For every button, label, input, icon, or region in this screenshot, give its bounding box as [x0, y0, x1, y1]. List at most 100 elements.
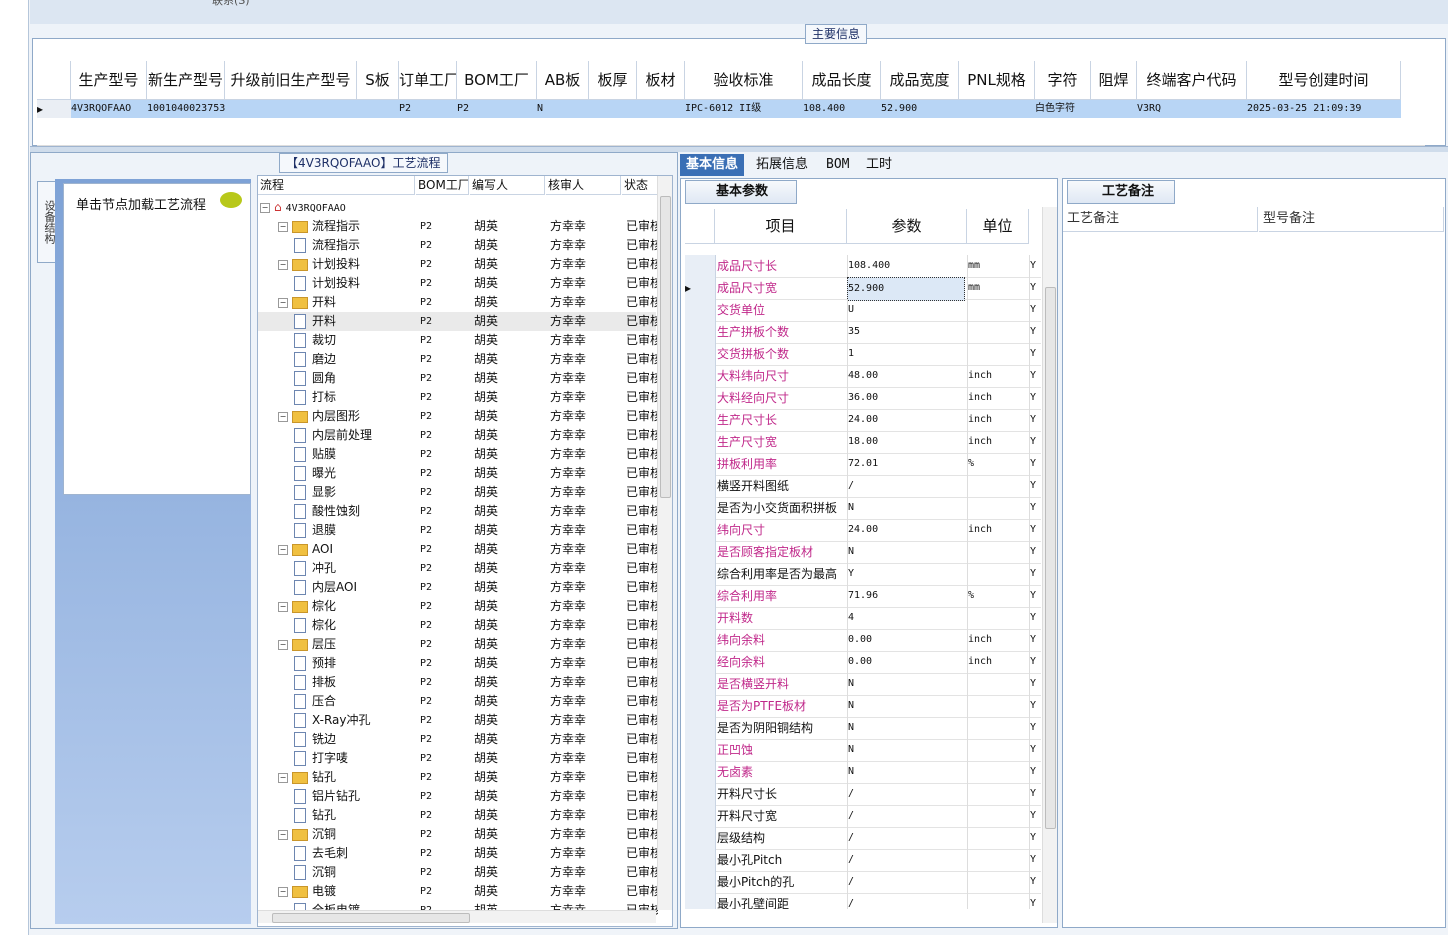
tree-row[interactable]: 退膜 P2 胡英 方幸幸 已审核: [258, 521, 658, 540]
param-value[interactable]: 52.900: [847, 277, 965, 301]
tree-row[interactable]: 内层AOI P2 胡英 方幸幸 已审核: [258, 578, 658, 597]
tree-row[interactable]: 铣边 P2 胡英 方幸幸 已审核: [258, 730, 658, 749]
param-value[interactable]: /: [847, 893, 964, 909]
param-row[interactable]: 成品尺寸长 108.400 mm Y: [685, 255, 1041, 278]
tree-row[interactable]: 裁切 P2 胡英 方幸幸 已审核: [258, 331, 658, 350]
main-row-cell[interactable]: [357, 100, 399, 118]
collapse-icon[interactable]: −: [278, 886, 288, 897]
param-value[interactable]: 24.00: [847, 409, 964, 431]
main-row-cell[interactable]: P2: [457, 100, 537, 118]
tab-0[interactable]: 基本信息: [680, 154, 745, 176]
param-row[interactable]: 生产尺寸宽 18.00 inch Y: [685, 431, 1041, 454]
tree-col-header[interactable]: 状态: [622, 176, 659, 195]
tab-1[interactable]: 拓展信息: [750, 154, 814, 176]
tree-row[interactable]: 曝光 P2 胡英 方幸幸 已审核: [258, 464, 658, 483]
main-row-cell[interactable]: IPC-6012 II级: [685, 100, 803, 118]
param-col-header[interactable]: 参数: [847, 209, 967, 244]
collapse-icon[interactable]: −: [278, 772, 288, 783]
param-row[interactable]: 是否横竖开料 N Y: [685, 673, 1041, 696]
tree-row[interactable]: 内层前处理 P2 胡英 方幸幸 已审核: [258, 426, 658, 445]
param-row[interactable]: 拼板利用率 72.01% Y: [685, 453, 1041, 476]
param-value[interactable]: 0.00: [847, 651, 964, 673]
tree-row[interactable]: 压合 P2 胡英 方幸幸 已审核: [258, 692, 658, 711]
param-row[interactable]: 开料尺寸长 / Y: [685, 783, 1041, 806]
main-col-header[interactable]: AB板: [537, 61, 589, 100]
param-row[interactable]: 综合利用率 71.96% Y: [685, 585, 1041, 608]
collapse-icon[interactable]: −: [278, 544, 288, 555]
param-row[interactable]: 大料经向尺寸 36.00 inch Y: [685, 387, 1041, 410]
tree-row[interactable]: − 层压 P2 胡英 方幸幸 已审核: [258, 635, 658, 654]
tree-row[interactable]: 预排 P2 胡英 方幸幸 已审核: [258, 654, 658, 673]
param-row[interactable]: 生产拼板个数 35 Y: [685, 321, 1041, 344]
main-col-header[interactable]: 板材: [637, 61, 685, 100]
param-value[interactable]: 71.96: [847, 585, 964, 607]
param-row[interactable]: ▸ 成品尺寸宽 52.900 mm Y: [685, 277, 1041, 301]
param-row[interactable]: 综合利用率是否为最高 Y Y: [685, 563, 1041, 586]
param-value[interactable]: /: [847, 827, 964, 849]
tree-col-header[interactable]: 核审人: [546, 176, 621, 195]
main-col-header[interactable]: 成品长度: [803, 61, 881, 100]
tab-3[interactable]: 工时: [860, 154, 898, 176]
param-value[interactable]: Y: [847, 563, 964, 585]
param-value[interactable]: 18.00: [847, 431, 964, 453]
param-row[interactable]: 是否顾客指定板材 N Y: [685, 541, 1041, 564]
tree-row[interactable]: X-Ray冲孔 P2 胡英 方幸幸 已审核: [258, 711, 658, 730]
main-col-header[interactable]: 字符: [1035, 61, 1091, 100]
param-row[interactable]: 最小孔Pitch / Y: [685, 849, 1041, 872]
collapse-icon[interactable]: −: [278, 639, 288, 650]
tree-row[interactable]: − AOI P2 胡英 方幸幸 已审核: [258, 540, 658, 559]
main-row-cell[interactable]: [1091, 100, 1137, 118]
main-col-header[interactable]: 终端客户代码: [1137, 61, 1247, 100]
param-row[interactable]: 交货单位 U Y: [685, 299, 1041, 322]
collapse-icon[interactable]: −: [278, 829, 288, 840]
param-row[interactable]: 无卤素 N Y: [685, 761, 1041, 784]
param-row[interactable]: 层级结构 / Y: [685, 827, 1041, 850]
tree-row[interactable]: − 棕化 P2 胡英 方幸幸 已审核: [258, 597, 658, 616]
param-value[interactable]: 36.00: [847, 387, 964, 409]
tree-col-header[interactable]: BOM工厂: [416, 176, 469, 195]
tree-row[interactable]: 沉铜 P2 胡英 方幸幸 已审核: [258, 863, 658, 882]
main-row-cell[interactable]: [225, 100, 357, 118]
param-value[interactable]: 24.00: [847, 519, 964, 541]
param-value[interactable]: N: [847, 761, 964, 783]
param-col-header[interactable]: 单位: [967, 209, 1029, 244]
collapse-icon[interactable]: −: [278, 221, 288, 232]
param-row[interactable]: 纬向尺寸 24.00 inch Y: [685, 519, 1041, 542]
tree-row[interactable]: 钻孔 P2 胡英 方幸幸 已审核: [258, 806, 658, 825]
main-col-header[interactable]: S板: [357, 61, 399, 100]
param-row[interactable]: 是否为阴阳铜结构 N Y: [685, 717, 1041, 740]
param-value[interactable]: 0.00: [847, 629, 964, 651]
param-row[interactable]: 大料纬向尺寸 48.00 inch Y: [685, 365, 1041, 388]
tree-row[interactable]: 打字唛 P2 胡英 方幸幸 已审核: [258, 749, 658, 768]
tree-row[interactable]: − 流程指示 P2 胡英 方幸幸 已审核: [258, 217, 658, 236]
tree-row[interactable]: 贴膜 P2 胡英 方幸幸 已审核: [258, 445, 658, 464]
tree-row[interactable]: 显影 P2 胡英 方幸幸 已审核: [258, 483, 658, 502]
main-row-cell[interactable]: V3RQ: [1137, 100, 1247, 118]
main-col-header[interactable]: 订单工厂: [399, 61, 457, 100]
param-value[interactable]: 35: [847, 321, 964, 343]
main-col-header[interactable]: 验收标准: [685, 61, 803, 100]
param-value[interactable]: 48.00: [847, 365, 964, 387]
param-col-header[interactable]: 项目: [715, 209, 847, 244]
tree-row[interactable]: 棕化 P2 胡英 方幸幸 已审核: [258, 616, 658, 635]
tree-root-row[interactable]: − ⌂ 4V3RQOFAAO: [258, 198, 656, 217]
param-row[interactable]: 是否为小交货面积拼板 N Y: [685, 497, 1041, 520]
tree-vscrollbar[interactable]: [657, 176, 672, 910]
param-row[interactable]: 最小Pitch的孔 / Y: [685, 871, 1041, 894]
main-row-cell[interactable]: 10010400237538: [147, 100, 225, 118]
params-vscrollbar[interactable]: [1042, 207, 1057, 923]
param-value[interactable]: N: [847, 497, 964, 519]
tree-row[interactable]: 酸性蚀刻 P2 胡英 方幸幸 已审核: [258, 502, 658, 521]
tree-row[interactable]: − 开料 P2 胡英 方幸幸 已审核: [258, 293, 658, 312]
tree-row[interactable]: − 沉铜 P2 胡英 方幸幸 已审核: [258, 825, 658, 844]
tree-col-header[interactable]: 编写人: [470, 176, 545, 195]
tree-col-header[interactable]: 流程: [258, 176, 415, 195]
tree-row[interactable]: 磨边 P2 胡英 方幸幸 已审核: [258, 350, 658, 369]
tree-row[interactable]: − 电镀 P2 胡英 方幸幸 已审核: [258, 882, 658, 901]
tree-row[interactable]: − 钻孔 P2 胡英 方幸幸 已审核: [258, 768, 658, 787]
param-row[interactable]: 是否为PTFE板材 N Y: [685, 695, 1041, 718]
tree-row[interactable]: 流程指示 P2 胡英 方幸幸 已审核: [258, 236, 658, 255]
main-row-cell[interactable]: 52.900: [881, 100, 959, 118]
tree-hscrollbar[interactable]: [258, 910, 656, 923]
tree-row[interactable]: 冲孔 P2 胡英 方幸幸 已审核: [258, 559, 658, 578]
